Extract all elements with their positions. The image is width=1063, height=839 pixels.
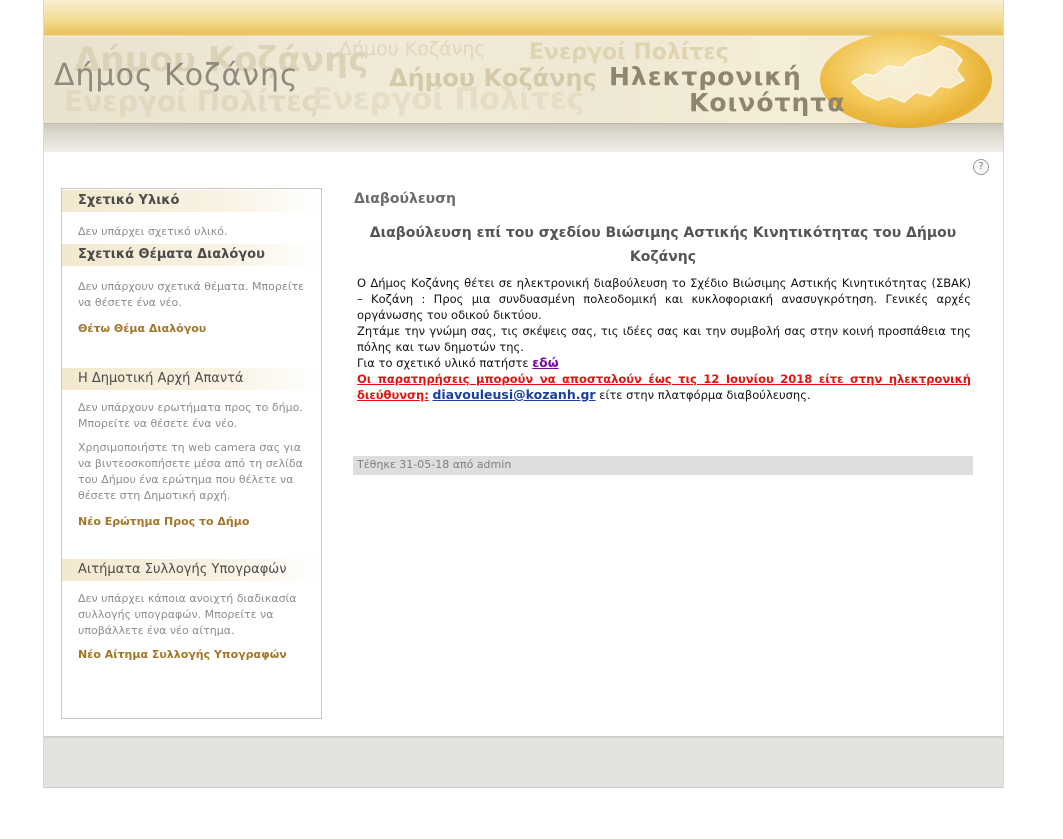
webcam-info-text: Χρησιμοποιήστε τη web camera σας για να … <box>78 441 303 502</box>
article-paragraph: Ζητάμε την γνώμη σας, τις σκέψεις σας, τ… <box>357 324 971 354</box>
sidebar: Σχετικό Υλικό Δεν υπάρχει σχετικό υλικό.… <box>61 188 322 719</box>
banner-ghost-text: Δήμου Κοζάνης <box>389 64 597 92</box>
community-title-line1: Ηλεκτρονική <box>609 62 802 91</box>
new-topic-link[interactable]: Θέτω Θέμα Διαλόγου <box>62 322 321 335</box>
email-link[interactable]: diavouleusi@kozanh.gr <box>432 387 595 402</box>
new-question-link[interactable]: Νέο Ερώτημα Προς το Δήμο <box>62 515 321 528</box>
region-map-icon <box>850 45 966 103</box>
article-paragraph: Ο Δήμος Κοζάνης θέτει σε ηλεκτρονική δια… <box>357 276 971 322</box>
new-petition-link[interactable]: Νέο Αίτημα Συλλογής Υπογραφών <box>62 648 321 661</box>
related-material-text: Δεν υπάρχει σχετικό υλικό. <box>78 225 228 238</box>
material-prefix: Για το σχετικό υλικό πατήστε <box>357 356 533 370</box>
deadline-suffix: είτε στην πλατφόρμα διαβούλευσης. <box>595 388 811 402</box>
authority-answers-text: Δεν υπάρχουν ερωτήματα προς το δήμο. Μπο… <box>78 401 303 430</box>
page-frame: Δήμου Κοζάνης Ενεργοί Πολίτες Δήμου Κοζά… <box>43 0 1004 788</box>
help-icon[interactable]: ? <box>973 159 989 175</box>
related-topics-text: Δεν υπάρχουν σχετικά θέματα. Μπορείτε να… <box>78 280 305 309</box>
authority-answers-heading: Η Δημοτική Αρχή Απαντά <box>62 368 321 390</box>
main-content: Διαβούλευση Διαβούλευση επί του σχεδίου … <box>353 188 973 475</box>
site-title: Δήμος Κοζάνης <box>54 58 299 93</box>
related-topics-heading: Σχετικά Θέματα Διαλόγου <box>62 244 321 266</box>
community-title-line2: Κοινότητα <box>689 88 846 117</box>
section-title: Διαβούλευση <box>354 191 456 207</box>
site-banner: Δήμου Κοζάνης Ενεργοί Πολίτες Δήμου Κοζά… <box>44 0 1003 152</box>
footer <box>44 736 1003 788</box>
article-body: Ο Δήμος Κοζάνης θέτει σε ηλεκτρονική δια… <box>353 275 973 403</box>
petitions-heading: Αιτήματα Συλλογής Υπογραφών <box>62 559 321 581</box>
material-line: Για το σχετικό υλικό πατήστε εδώ <box>357 355 971 371</box>
community-title: Ηλεκτρονική Κοινότητα <box>609 64 845 116</box>
posted-info: Τέθηκε 31-05-18 από admin <box>353 456 973 475</box>
article-title: Διαβούλευση επί του σχεδίου Βιώσιμης Αστ… <box>369 225 957 265</box>
deadline-line: Οι παρατηρήσεις μπορούν να αποσταλούν έω… <box>357 371 971 403</box>
banner-ghost-text: Δήμου Κοζάνης <box>339 38 486 60</box>
material-link[interactable]: εδώ <box>532 355 558 370</box>
petitions-text: Δεν υπάρχει κάποια ανοιχτή διαδικασία συ… <box>78 592 297 637</box>
related-material-heading: Σχετικό Υλικό <box>62 190 321 212</box>
